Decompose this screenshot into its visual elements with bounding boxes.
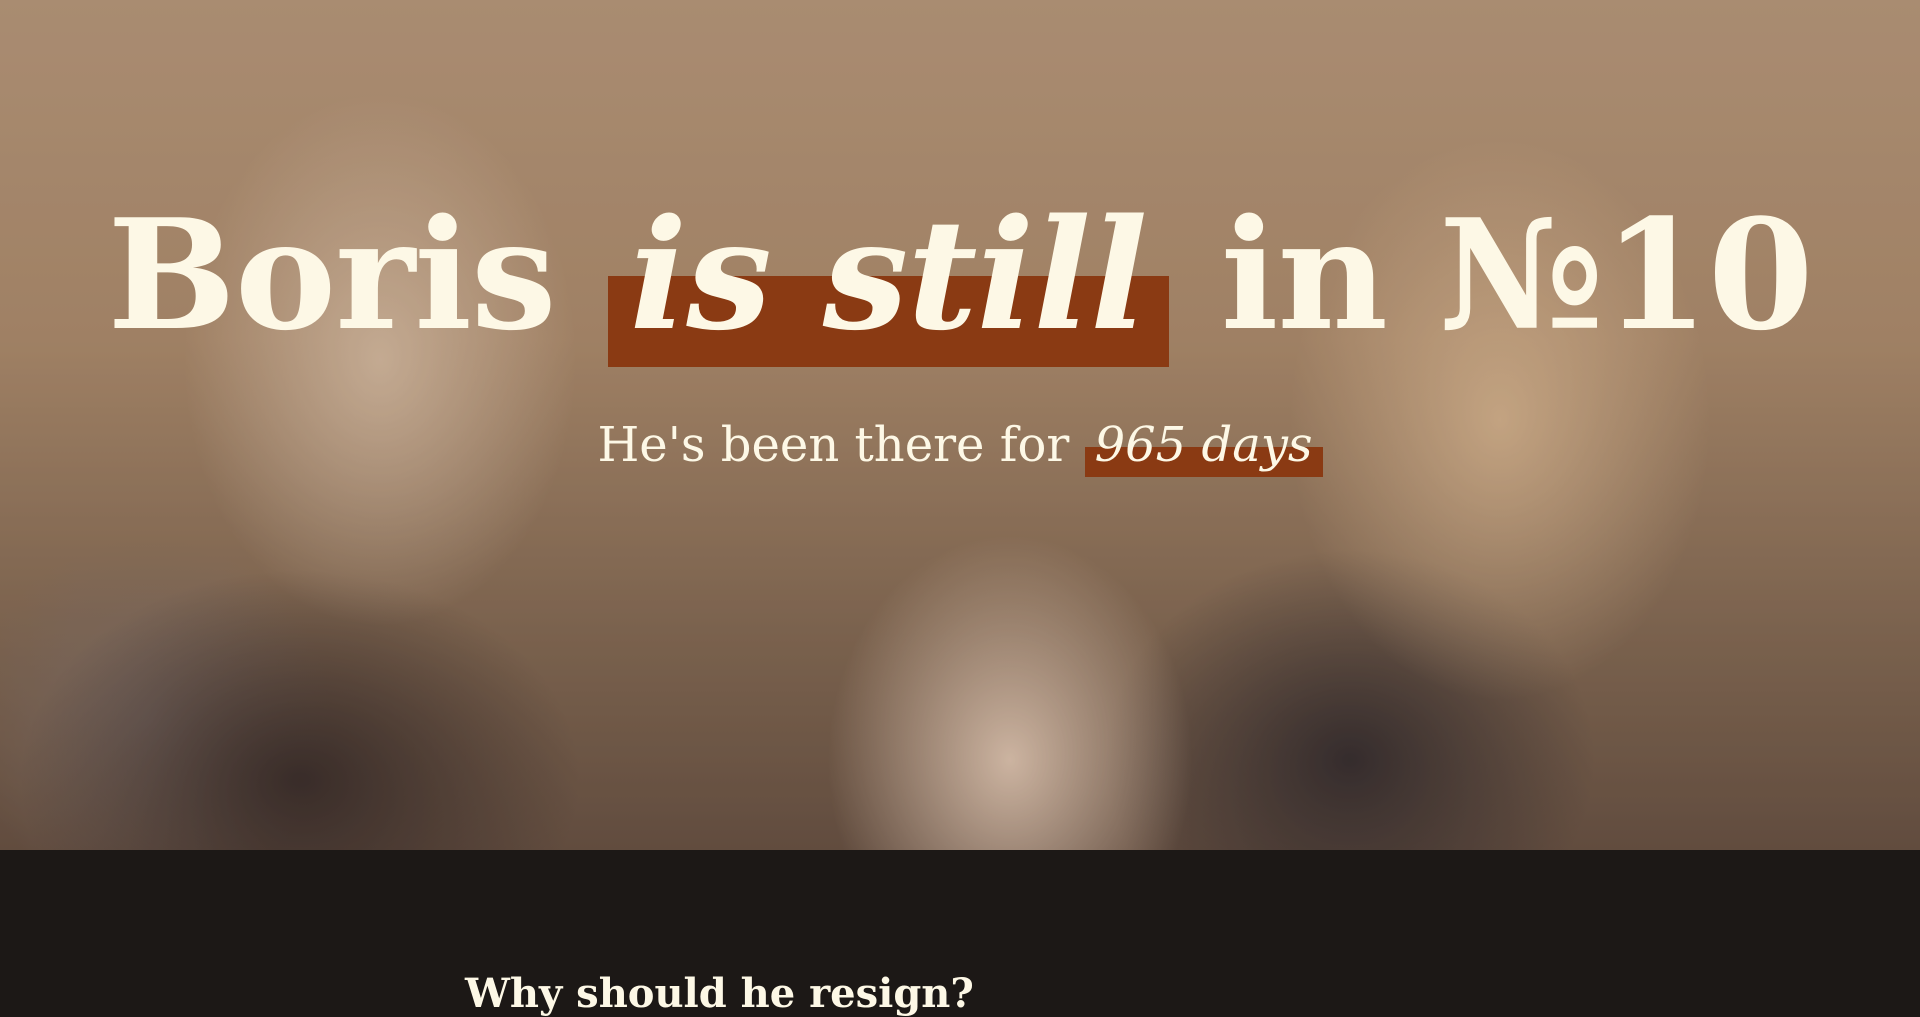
subtitle-prefix: He's been there for	[597, 417, 1070, 473]
title-location: in №10	[1220, 185, 1814, 364]
page-title: Boris is still in №10	[0, 175, 1920, 375]
subtitle: He's been there for 965 days	[0, 410, 1920, 480]
hero-banner: Boris is still in №10 He's been there fo…	[0, 0, 1920, 850]
title-name: Boris	[107, 185, 556, 364]
days-counter: 965 days	[1084, 410, 1323, 480]
title-highlight: is still	[607, 175, 1170, 375]
section-heading: Why should he resign?	[465, 970, 974, 1017]
